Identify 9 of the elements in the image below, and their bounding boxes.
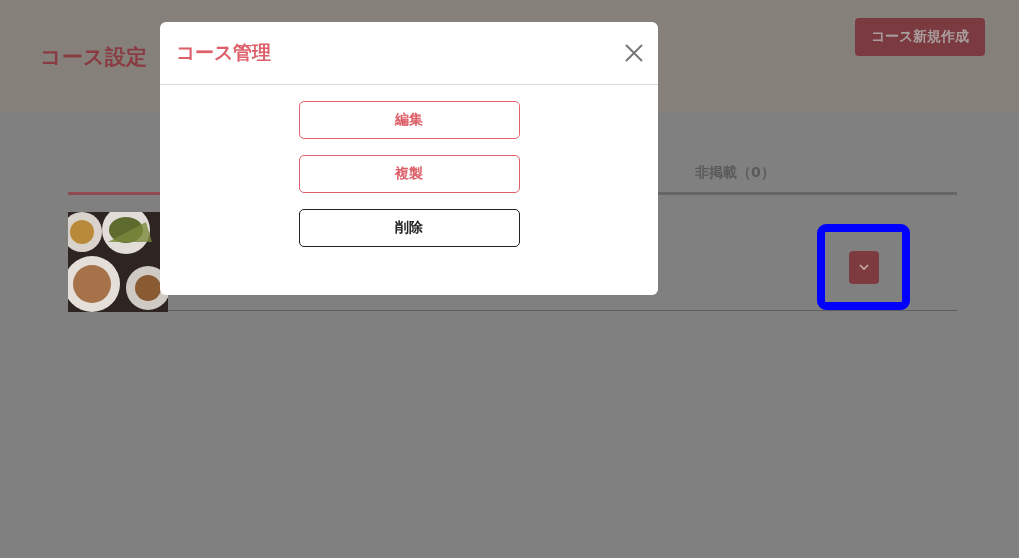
- page-title: コース設定: [40, 43, 147, 71]
- dropdown-button[interactable]: [848, 250, 879, 284]
- modal-title: コース管理: [176, 40, 271, 65]
- close-icon[interactable]: [624, 43, 644, 63]
- action-button[interactable]: 編集: [298, 101, 520, 139]
- new-course-button[interactable]: コース新規作成: [855, 17, 985, 56]
- action-button[interactable]: 複製: [298, 155, 520, 193]
- action-button[interactable]: 削除: [298, 209, 520, 247]
- chevron-down-icon: [857, 263, 870, 271]
